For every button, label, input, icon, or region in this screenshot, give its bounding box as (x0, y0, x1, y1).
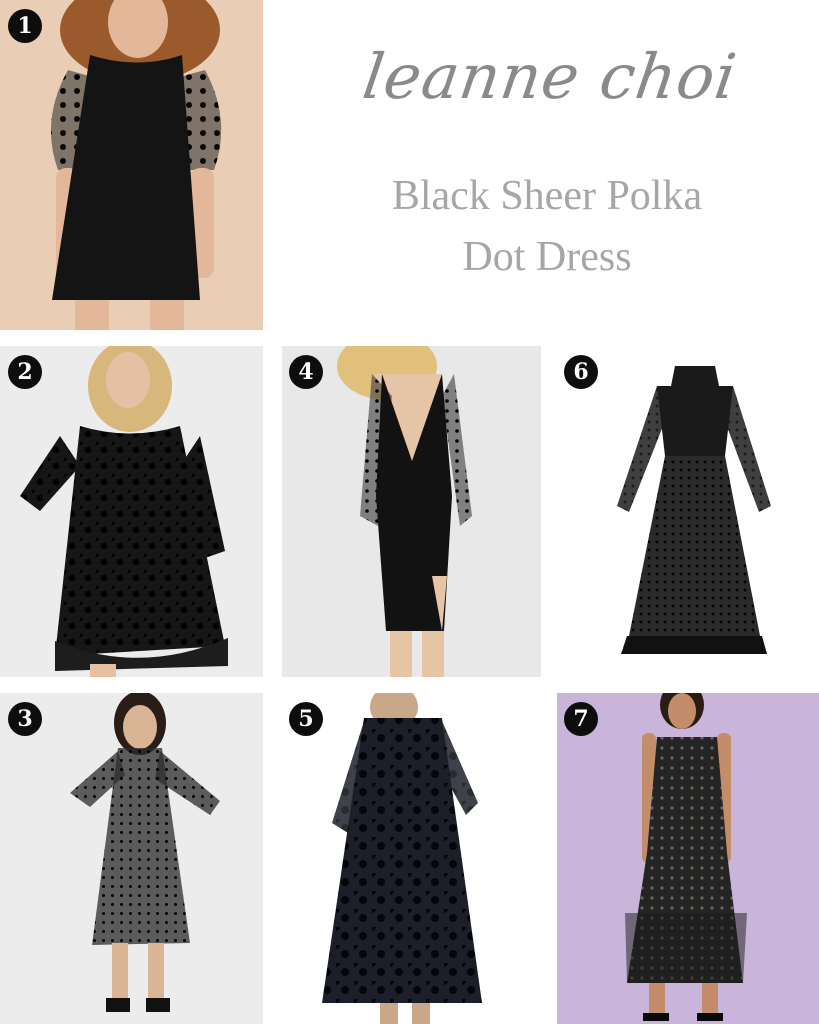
dress-photo-3 (0, 693, 263, 1024)
page-title-line-1: Black Sheer Polka (391, 173, 703, 219)
dress-photo-2 (0, 346, 263, 677)
product-image-7[interactable] (557, 693, 819, 1024)
product-number-badge-5: 5 (289, 702, 323, 736)
dress-photo-1 (0, 0, 263, 330)
dress-photo-6 (557, 346, 819, 677)
dress-photo-5 (282, 693, 541, 1024)
product-number-badge-6: 6 (564, 355, 598, 389)
product-number-badge-3: 3 (8, 702, 42, 736)
product-image-2[interactable] (0, 346, 263, 677)
product-number-badge-4: 4 (289, 355, 323, 389)
product-image-3[interactable] (0, 693, 263, 1024)
dress-photo-4 (282, 346, 541, 677)
product-image-5[interactable] (282, 693, 541, 1024)
dress-photo-7 (557, 693, 819, 1024)
product-number-badge-2: 2 (8, 355, 42, 389)
page-title-line-2: Dot Dress (462, 234, 632, 280)
brand-logo: leanne choi (358, 40, 742, 113)
page-title: Black Sheer Polka Dot Dress (300, 166, 794, 288)
product-image-6[interactable] (557, 346, 819, 677)
product-image-4[interactable] (282, 346, 541, 677)
product-number-badge-7: 7 (564, 702, 598, 736)
product-number-badge-1: 1 (8, 9, 42, 43)
product-image-1[interactable] (0, 0, 263, 330)
